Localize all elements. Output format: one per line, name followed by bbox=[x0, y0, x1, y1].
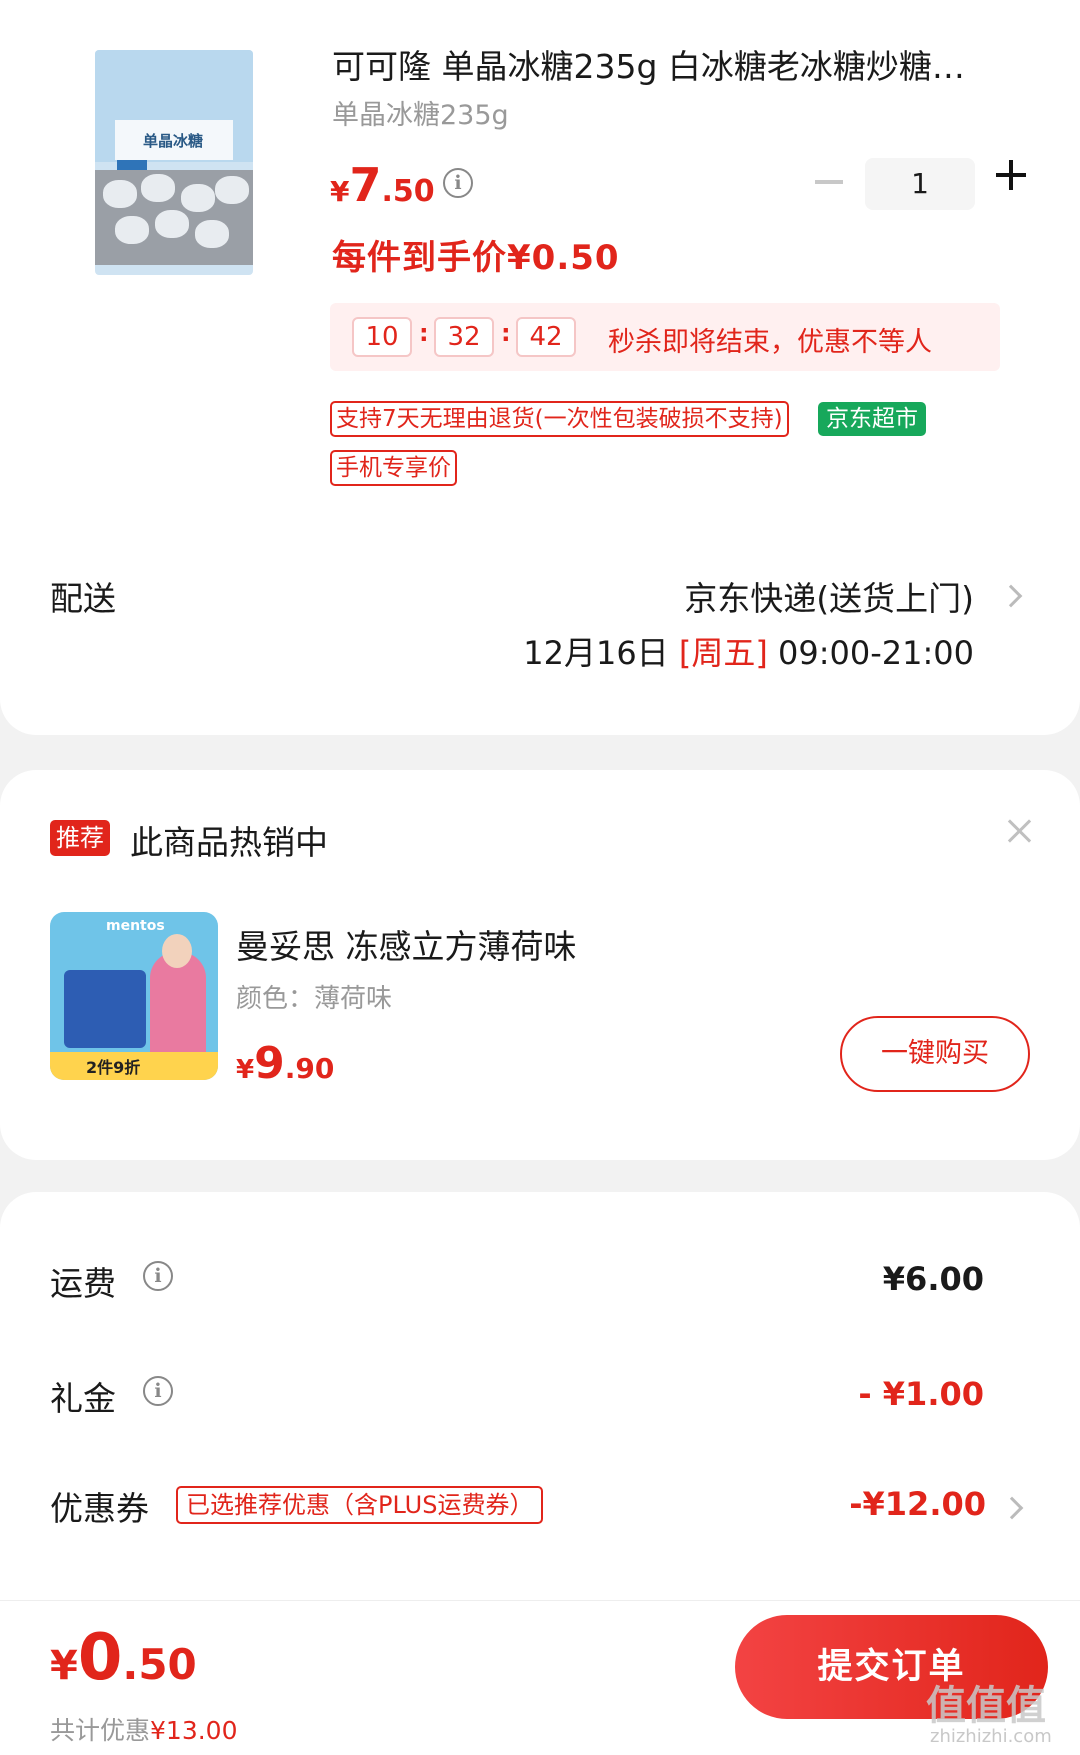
total-discount: 共计优惠¥13.00 bbox=[50, 1711, 238, 1747]
countdown-minutes: 32 bbox=[434, 317, 494, 357]
gift-value: - ¥1.00 bbox=[858, 1375, 984, 1413]
shipping-label: 运费 bbox=[50, 1264, 116, 1303]
recommend-badge: 推荐 bbox=[50, 820, 110, 856]
reco-price-decimal: .90 bbox=[284, 1052, 335, 1085]
delivery-method[interactable]: 京东快递(送货上门) bbox=[684, 572, 974, 620]
countdown-seconds: 42 bbox=[516, 317, 576, 357]
recommended-product-name[interactable]: 曼妥思 冻感立方薄荷味 bbox=[236, 920, 577, 968]
reco-image-promo-band: 2件9折 bbox=[50, 1052, 218, 1080]
mobile-price-tag: 手机专享价 bbox=[330, 450, 457, 486]
thumbnail-label: 单晶冰糖 bbox=[115, 120, 233, 160]
reco-price-currency: ¥ bbox=[236, 1055, 255, 1085]
watermark-url: zhizhizhi.com bbox=[930, 1726, 1052, 1747]
reco-image-package bbox=[64, 970, 146, 1048]
recommended-product-price: ¥9.90 bbox=[236, 1038, 334, 1089]
delivery-chevron-right-icon[interactable] bbox=[999, 584, 1023, 608]
recommended-product-image[interactable]: mentos 2件9折 bbox=[50, 912, 218, 1080]
price-integer: 7 bbox=[349, 158, 382, 212]
delivery-window: 09:00-21:00 bbox=[778, 634, 974, 672]
thumbnail-label-text: 单晶冰糖 bbox=[143, 132, 204, 150]
gift-label: 礼金 bbox=[50, 1379, 116, 1418]
product-card: 单晶冰糖 可可隆 单晶冰糖235g 白冰糖老冰糖炒糖… 单晶冰糖235g ¥7.… bbox=[0, 0, 1080, 735]
total-discount-label: 共计优惠 bbox=[50, 1716, 151, 1745]
total-price: ¥0.50 bbox=[50, 1621, 197, 1695]
countdown-message: 秒杀即将结束，优惠不等人 bbox=[608, 327, 932, 358]
recommendation-title: 此商品热销中 bbox=[130, 823, 328, 862]
countdown-hours: 10 bbox=[352, 317, 412, 357]
price-currency: ¥ bbox=[330, 175, 350, 208]
product-title[interactable]: 可可隆 单晶冰糖235g 白冰糖老冰糖炒糖… bbox=[332, 40, 1032, 88]
close-icon[interactable] bbox=[1006, 818, 1032, 844]
quantity-minus-button[interactable] bbox=[815, 180, 843, 184]
watermark-logo: 值值值 bbox=[926, 1683, 1046, 1729]
return-policy-tag: 支持7天无理由退货(一次性包装破损不支持) bbox=[330, 401, 789, 437]
coupon-selected-tag[interactable]: 已选推荐优惠（含PLUS运费券） bbox=[176, 1486, 544, 1524]
price-decimal: .50 bbox=[381, 174, 435, 209]
shipping-info-icon[interactable]: i bbox=[143, 1261, 173, 1291]
coupon-label: 优惠券 bbox=[50, 1489, 149, 1528]
coupon-value[interactable]: -¥12.00 bbox=[849, 1485, 986, 1523]
product-price: ¥7.50 bbox=[330, 158, 435, 212]
coupon-chevron-right-icon[interactable] bbox=[1000, 1496, 1024, 1520]
gift-info-icon[interactable]: i bbox=[143, 1376, 173, 1406]
product-thumbnail[interactable]: 单晶冰糖 bbox=[95, 50, 253, 275]
total-discount-value: ¥13.00 bbox=[150, 1716, 238, 1745]
delivery-label: 配送 bbox=[50, 579, 116, 618]
price-info-icon[interactable]: i bbox=[443, 168, 473, 198]
recommended-product-spec: 颜色：薄荷味 bbox=[236, 984, 393, 1014]
net-price-per-item: 每件到手价¥0.50 bbox=[332, 238, 620, 278]
countdown-colon: : bbox=[501, 319, 511, 347]
store-badge: 京东超市 bbox=[818, 402, 926, 436]
recommendation-card: 推荐 此商品热销中 mentos 2件9折 曼妥思 冻感立方薄荷味 颜色：薄荷味… bbox=[0, 770, 1080, 1160]
total-decimal: .50 bbox=[122, 1640, 197, 1689]
delivery-time[interactable]: 12月16日 [周五] 09:00-21:00 bbox=[523, 628, 974, 674]
delivery-date: 12月16日 bbox=[523, 634, 669, 672]
flash-sale-countdown: 10 : 32 : 42 秒杀即将结束，优惠不等人 bbox=[330, 303, 1000, 371]
checkout-bar: ¥0.50 共计优惠¥13.00 提交订单 值值值 zhizhizhi.com bbox=[0, 1600, 1080, 1755]
reco-image-promo: 2件9折 bbox=[86, 1058, 141, 1077]
thumbnail-crystals bbox=[95, 170, 253, 265]
countdown-colon: : bbox=[419, 319, 429, 347]
shipping-value: ¥6.00 bbox=[882, 1260, 984, 1298]
product-spec: 单晶冰糖235g bbox=[332, 100, 509, 131]
total-currency: ¥ bbox=[50, 1643, 78, 1689]
quantity-plus-button[interactable] bbox=[996, 160, 1026, 190]
reco-price-integer: 9 bbox=[254, 1038, 285, 1089]
delivery-weekday: [周五] bbox=[678, 634, 768, 672]
total-integer: 0 bbox=[77, 1621, 123, 1695]
quantity-input[interactable]: 1 bbox=[865, 158, 975, 210]
reco-image-head bbox=[162, 934, 192, 968]
reco-image-brand: mentos bbox=[106, 918, 165, 934]
one-click-buy-button[interactable]: 一键购买 bbox=[840, 1016, 1030, 1092]
